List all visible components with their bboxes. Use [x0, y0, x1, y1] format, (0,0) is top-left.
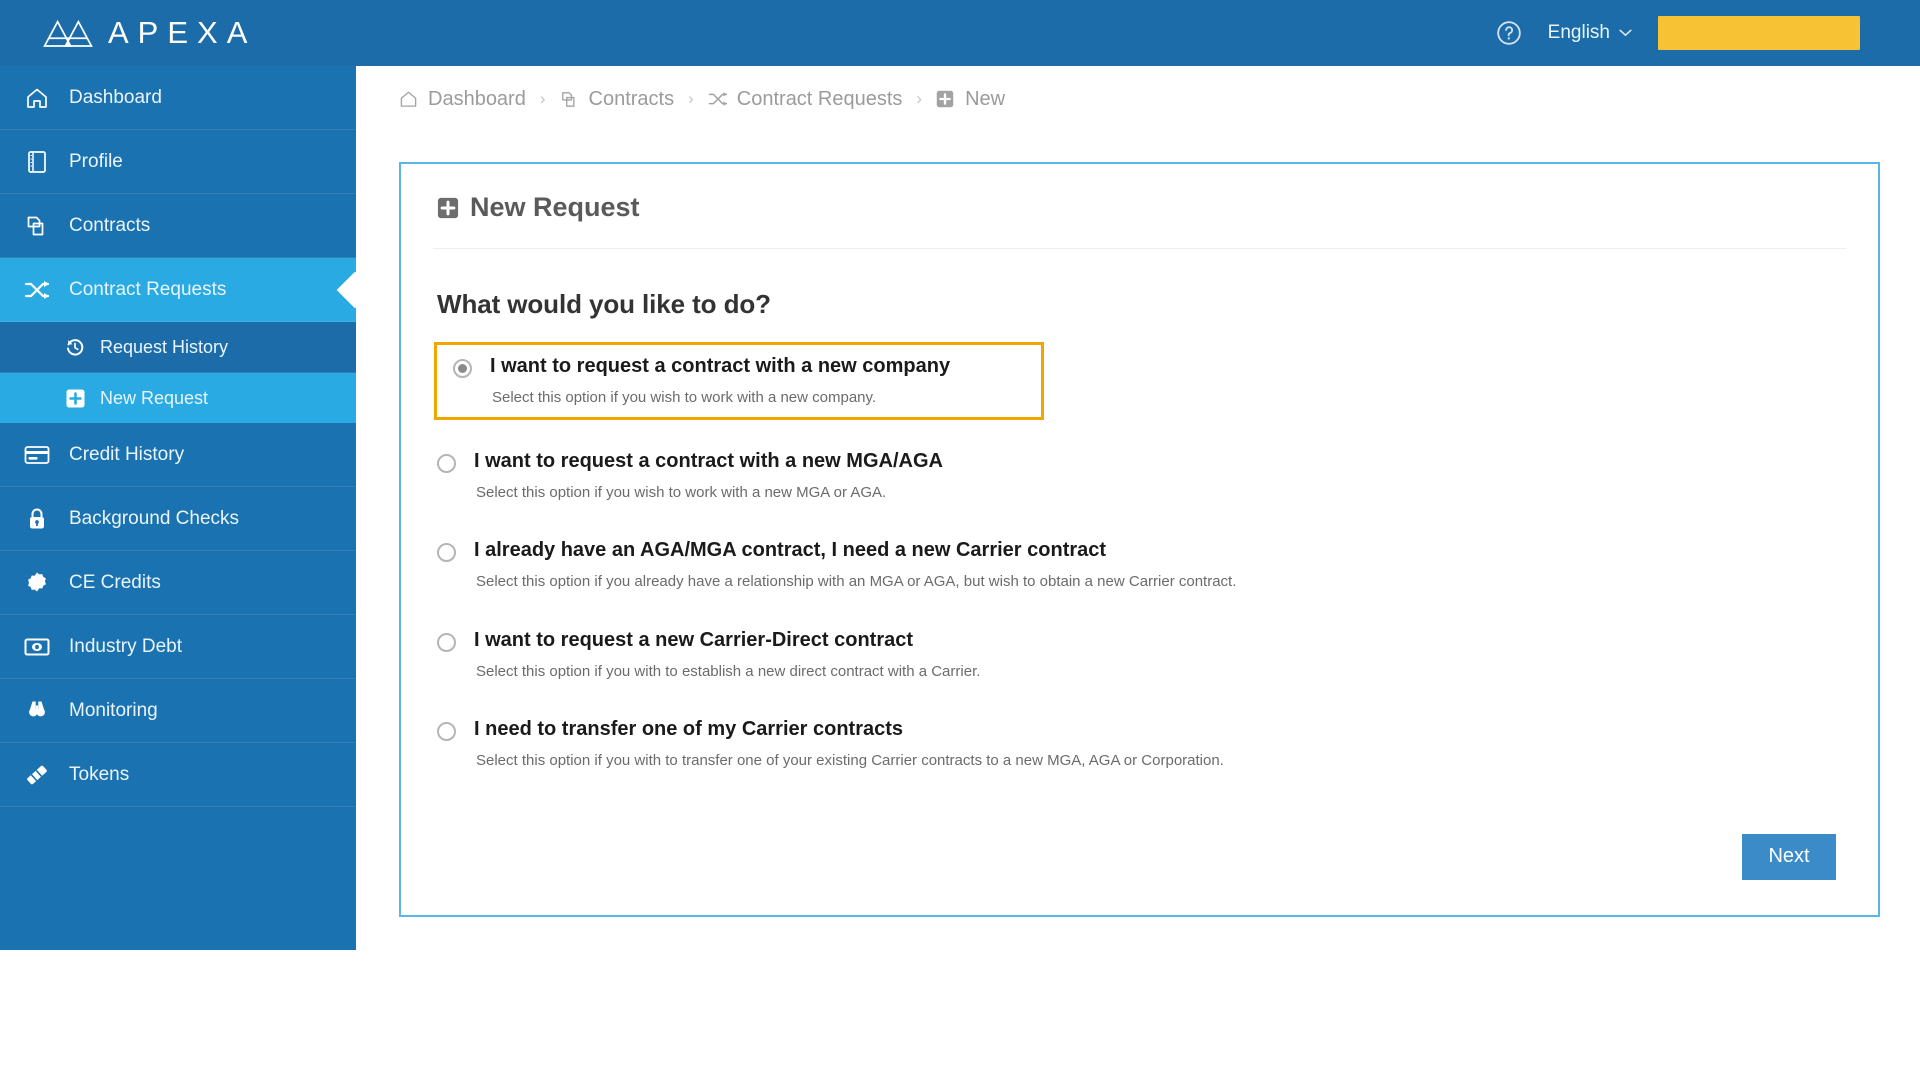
sidebar-item-label: Profile [69, 150, 123, 172]
breadcrumb: Dashboard › Contracts › Contract Request… [356, 66, 1920, 132]
option-description: Select this option if you wish to work w… [476, 483, 887, 501]
breadcrumb-item-dashboard[interactable]: Dashboard [399, 88, 526, 111]
radio-transfer-carrier[interactable] [437, 722, 456, 741]
book-icon [22, 149, 52, 175]
breadcrumb-label: Contracts [588, 87, 675, 110]
option-label[interactable]: I want to request a contract with a new … [474, 449, 1846, 474]
copy-files-icon [22, 213, 52, 239]
plus-box-icon [437, 197, 459, 218]
option-description: Select this option if you already have a… [476, 573, 1237, 590]
credit-card-icon [22, 442, 52, 468]
breadcrumb-item-new[interactable]: New [936, 88, 1005, 111]
new-request-panel: New Request What would you like to do? I… [399, 162, 1880, 917]
brand-logo[interactable]: APEXA [42, 15, 256, 51]
chevron-down-icon [1619, 29, 1632, 37]
breadcrumb-separator: › [688, 89, 694, 108]
user-account-chip[interactable] [1658, 16, 1860, 50]
sidebar-item-contract-requests[interactable]: Contract Requests [0, 258, 356, 322]
brand-name: APEXA [108, 15, 257, 50]
history-icon [62, 336, 88, 358]
breadcrumb-item-contract-requests[interactable]: Contract Requests [708, 87, 903, 111]
option-row-existing-aga-new-carrier[interactable]: I already have an AGA/MGA contract, I ne… [437, 531, 1846, 599]
sidebar-item-label: Dashboard [69, 86, 162, 108]
sidebar-item-label: Contract Requests [69, 278, 227, 300]
help-circle-icon[interactable] [1496, 20, 1522, 46]
money-icon [22, 634, 52, 660]
home-icon [22, 85, 52, 111]
active-indicator-notch [336, 258, 356, 321]
radio-new-mga-aga[interactable] [437, 453, 456, 473]
radio-carrier-direct[interactable] [437, 632, 456, 652]
page-title: New Request [433, 192, 1846, 223]
question-heading: What would you like to do? [437, 289, 771, 319]
option-row-carrier-direct[interactable]: I want to request a new Carrier-Direct c… [437, 621, 1846, 689]
option-description: Select this option if you with to transf… [476, 752, 1224, 769]
binoculars-icon [22, 698, 52, 724]
plus-box-icon [936, 90, 956, 109]
sidebar-item-ce-credits[interactable]: CE Credits [0, 551, 356, 615]
option-body: I want to request a contract with a new … [474, 449, 1846, 503]
option-body: I need to transfer one of my Carrier con… [474, 717, 1846, 771]
next-button[interactable]: Next [1742, 833, 1836, 880]
sidebar-item-label: Background Checks [69, 507, 240, 529]
sidebar-item-label: Monitoring [69, 699, 158, 721]
option-description: Select this option if you wish to work w… [492, 389, 877, 406]
options-group: I want to request a contract with a new … [433, 342, 1846, 778]
option-label[interactable]: I already have an AGA/MGA contract, I ne… [474, 538, 1846, 563]
sidebar-item-label: Credit History [69, 443, 185, 465]
main-content: Dashboard › Contracts › Contract Request… [356, 66, 1920, 1080]
sidebar-item-label: Contracts [69, 214, 151, 236]
language-selector[interactable]: English [1548, 22, 1632, 44]
copy-files-icon [560, 90, 580, 109]
sidebar-item-contracts[interactable]: Contracts [0, 194, 356, 258]
option-label[interactable]: I want to request a new Carrier-Direct c… [474, 628, 1846, 653]
sidebar-item-tokens[interactable]: Tokens [0, 743, 356, 807]
home-icon [399, 90, 419, 109]
sidebar-item-label: Industry Debt [69, 635, 182, 657]
plus-box-icon [62, 387, 88, 409]
sidebar-subitem-label: Request History [100, 336, 229, 357]
divider [433, 248, 1846, 249]
sidebar-item-dashboard[interactable]: Dashboard [0, 66, 356, 130]
breadcrumb-label: New [965, 87, 1006, 110]
shuffle-icon [22, 277, 52, 303]
option-label[interactable]: I want to request a contract with a new … [490, 354, 1041, 379]
page-title-label: New Request [470, 192, 640, 222]
panel-actions: Next [433, 833, 1846, 880]
sidebar-item-profile[interactable]: Profile [0, 130, 356, 194]
option-description: Select this option if you with to establ… [476, 662, 981, 680]
radio-existing-aga-new-carrier[interactable] [437, 543, 456, 562]
radio-new-company[interactable] [453, 359, 472, 378]
shuffle-icon [708, 90, 728, 109]
badge-icon [22, 570, 52, 596]
option-row-transfer-carrier[interactable]: I need to transfer one of my Carrier con… [437, 710, 1846, 778]
sidebar-item-credit-history[interactable]: Credit History [0, 423, 356, 487]
option-body: I want to request a new Carrier-Direct c… [474, 628, 1846, 682]
breadcrumb-separator: › [539, 89, 546, 108]
breadcrumb-label: Dashboard [428, 87, 526, 110]
sidebar-item-request-history[interactable]: Request History [0, 322, 356, 372]
breadcrumb-separator: › [916, 89, 923, 108]
header-actions: English [1496, 16, 1860, 50]
option-row-new-mga-aga[interactable]: I want to request a contract with a new … [437, 442, 1846, 510]
sidebar-item-background-checks[interactable]: Background Checks [0, 487, 356, 551]
sidebar-navigation: Dashboard Profile Contracts Contract Req… [0, 66, 356, 950]
option-row-new-company[interactable]: I want to request a contract with a new … [434, 342, 1044, 420]
sidebar-item-monitoring[interactable]: Monitoring [0, 679, 356, 743]
breadcrumb-item-contracts[interactable]: Contracts [560, 87, 675, 111]
option-label[interactable]: I need to transfer one of my Carrier con… [474, 717, 1846, 742]
ticket-icon [22, 762, 52, 788]
option-body: I want to request a contract with a new … [490, 354, 1041, 408]
apexa-triangles-logo-icon [43, 19, 93, 47]
breadcrumb-label: Contract Requests [736, 87, 903, 110]
lock-icon [22, 506, 52, 532]
sidebar-item-new-request[interactable]: New Request [0, 373, 356, 423]
sidebar-item-industry-debt[interactable]: Industry Debt [0, 615, 356, 679]
top-header-bar: APEXA English [0, 0, 1920, 66]
sidebar-item-label: CE Credits [69, 571, 161, 593]
language-label: English [1547, 22, 1610, 43]
option-body: I already have an AGA/MGA contract, I ne… [474, 538, 1846, 592]
sidebar-subitem-label: New Request [100, 387, 209, 408]
sidebar-item-label: Tokens [69, 763, 130, 785]
